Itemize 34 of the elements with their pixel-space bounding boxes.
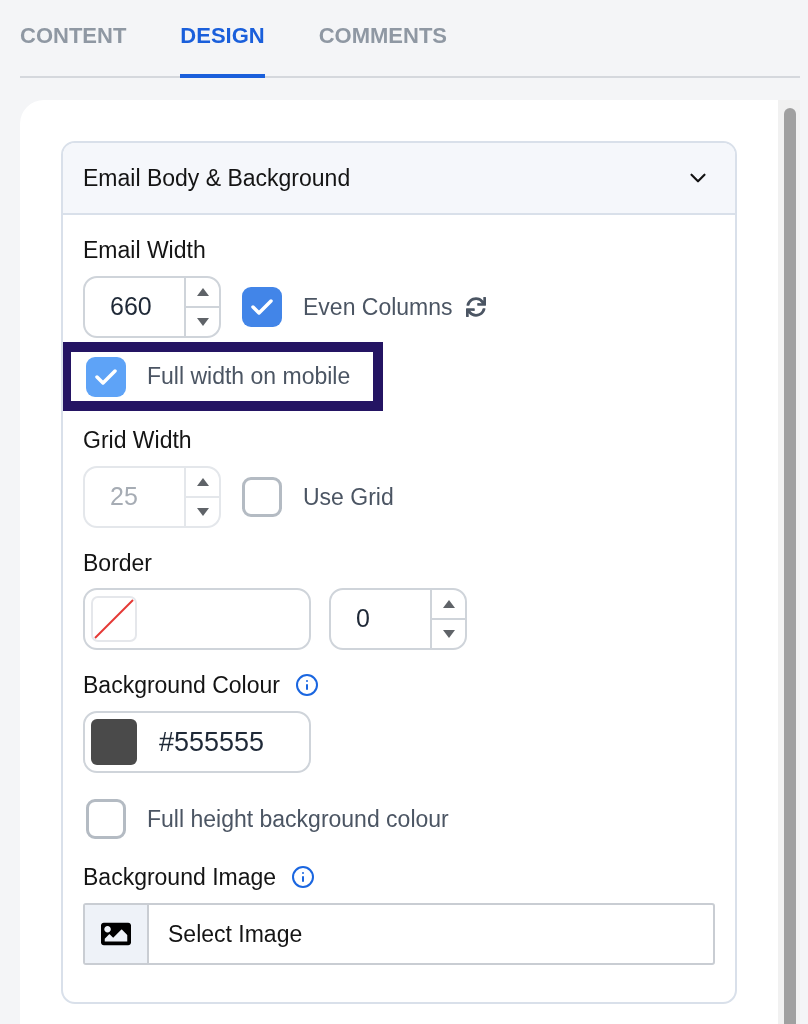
checkbox[interactable] (86, 799, 126, 839)
checkbox[interactable] (242, 287, 282, 327)
checkbox-label: Full width on mobile (147, 362, 351, 392)
select-image-button[interactable]: Select Image (149, 905, 713, 963)
number-input[interactable]: 0 (331, 590, 430, 648)
checkbox[interactable] (86, 356, 126, 397)
refresh-icon[interactable] (465, 297, 486, 317)
info-icon[interactable] (291, 865, 316, 889)
field-label: Border (83, 549, 153, 577)
field-label: Background Image (83, 863, 277, 891)
checkbox-label: Even Columns (303, 292, 453, 322)
colour-value: #555555 (159, 725, 265, 759)
number-input[interactable]: 660 (85, 278, 184, 336)
triangle-down-icon (442, 630, 455, 638)
info-icon[interactable] (294, 673, 319, 697)
triangle-down-icon (196, 318, 209, 326)
scrollbar-thumb[interactable] (784, 108, 796, 1024)
triangle-up-icon (442, 600, 455, 608)
tab[interactable]: DESIGN (180, 0, 265, 78)
no-colour-swatch-icon (91, 596, 137, 642)
field-label: Background Colour (83, 671, 280, 699)
checkbox-label: Use Grid (303, 482, 394, 512)
accordion-header[interactable]: Email Body & Background (63, 143, 735, 215)
field-label: Grid Width (83, 426, 192, 454)
colour-field[interactable]: #555555 (83, 711, 311, 773)
field-label: Email Width (83, 236, 206, 264)
colour-field[interactable] (83, 588, 311, 650)
checkmark-icon (251, 299, 273, 315)
triangle-down-icon (196, 508, 209, 516)
checkbox-label: Full height background colour (147, 804, 449, 834)
checkbox[interactable] (242, 477, 282, 517)
checkmark-icon (95, 368, 117, 385)
triangle-up-icon (196, 288, 209, 296)
triangle-up-icon (196, 478, 209, 486)
